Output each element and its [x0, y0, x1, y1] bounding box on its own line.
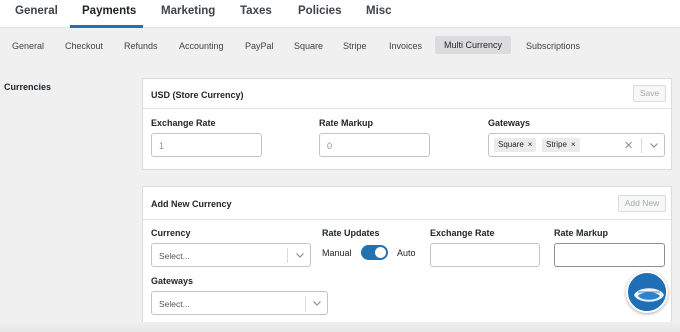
tab-misc[interactable]: Misc — [366, 5, 392, 17]
auto-label: Auto — [397, 248, 416, 258]
save-button[interactable]: Save — [633, 85, 666, 102]
store-currency-card: USD (Store Currency) Save Exchange Rate … — [142, 78, 672, 170]
card-header: USD (Store Currency) Save — [143, 79, 671, 109]
card-header: Add New Currency Add New — [143, 187, 671, 220]
add-currency-card: Add New Currency Add New Currency Select… — [142, 186, 672, 324]
subtab-stripe[interactable]: Stripe — [343, 41, 367, 51]
gateways-label: Gateways — [488, 118, 531, 128]
rate-markup-label: Rate Markup — [319, 118, 374, 128]
gateway-chip-square: Square × — [494, 138, 537, 152]
rate-updates-label: Rate Updates — [322, 228, 380, 238]
chevron-down-icon[interactable] — [294, 249, 306, 261]
tab-policies[interactable]: Policies — [298, 5, 341, 17]
subtab-general[interactable]: General — [12, 41, 44, 51]
new-gateways-select[interactable]: Select... — [151, 291, 328, 315]
rate-updates-toggle[interactable] — [361, 245, 388, 260]
store-currency-title: USD (Store Currency) — [151, 90, 244, 100]
gateways-multiselect[interactable]: Square × Stripe × ✕ — [488, 133, 665, 157]
new-gateways-label: Gateways — [151, 276, 194, 286]
help-assistant-button[interactable] — [626, 271, 668, 313]
gateway-chip-stripe: Stripe × — [542, 138, 580, 152]
exchange-rate-input[interactable]: 1 — [151, 133, 262, 157]
tab-taxes[interactable]: Taxes — [240, 5, 272, 17]
subtab-invoices[interactable]: Invoices — [389, 41, 422, 51]
subtab-square[interactable]: Square — [294, 41, 323, 51]
manual-label: Manual — [322, 248, 352, 258]
select-separator — [287, 248, 288, 263]
currency-label: Currency — [151, 228, 191, 238]
top-navigation: General Payments Marketing Taxes Policie… — [0, 0, 680, 28]
toggle-knob — [375, 247, 386, 258]
subtab-accounting[interactable]: Accounting — [179, 41, 224, 51]
add-currency-title: Add New Currency — [151, 199, 232, 209]
new-rate-markup-input[interactable] — [554, 243, 665, 267]
select-separator — [641, 138, 642, 153]
section-label-currencies: Currencies — [4, 82, 52, 92]
subtab-multi-currency[interactable]: Multi Currency — [435, 36, 512, 54]
subtab-subscriptions[interactable]: Subscriptions — [526, 41, 580, 51]
new-exchange-rate-label: Exchange Rate — [430, 228, 495, 238]
tab-marketing[interactable]: Marketing — [161, 5, 215, 17]
remove-square-icon[interactable]: × — [528, 140, 533, 149]
remove-stripe-icon[interactable]: × — [571, 140, 576, 149]
gateways-placeholder: Select... — [159, 299, 190, 309]
currency-select[interactable]: Select... — [151, 243, 311, 267]
tab-general[interactable]: General — [15, 5, 58, 17]
chevron-down-icon[interactable] — [311, 297, 323, 309]
chevron-down-icon[interactable] — [648, 139, 660, 151]
page-edge-fade — [0, 322, 680, 332]
currency-placeholder: Select... — [159, 251, 190, 261]
new-rate-markup-label: Rate Markup — [554, 228, 609, 238]
subtab-checkout[interactable]: Checkout — [65, 41, 103, 51]
sub-navigation: General Checkout Refunds Accounting PayP… — [0, 28, 680, 64]
subtab-refunds[interactable]: Refunds — [124, 41, 158, 51]
exchange-rate-label: Exchange Rate — [151, 118, 216, 128]
new-exchange-rate-input[interactable] — [430, 243, 540, 267]
tab-payments[interactable]: Payments — [82, 5, 136, 17]
rate-markup-input[interactable]: 0 — [319, 133, 430, 157]
add-new-button[interactable]: Add New — [618, 195, 666, 212]
clear-icon[interactable]: ✕ — [624, 139, 633, 152]
subtab-paypal[interactable]: PayPal — [245, 41, 274, 51]
select-separator — [305, 296, 306, 311]
